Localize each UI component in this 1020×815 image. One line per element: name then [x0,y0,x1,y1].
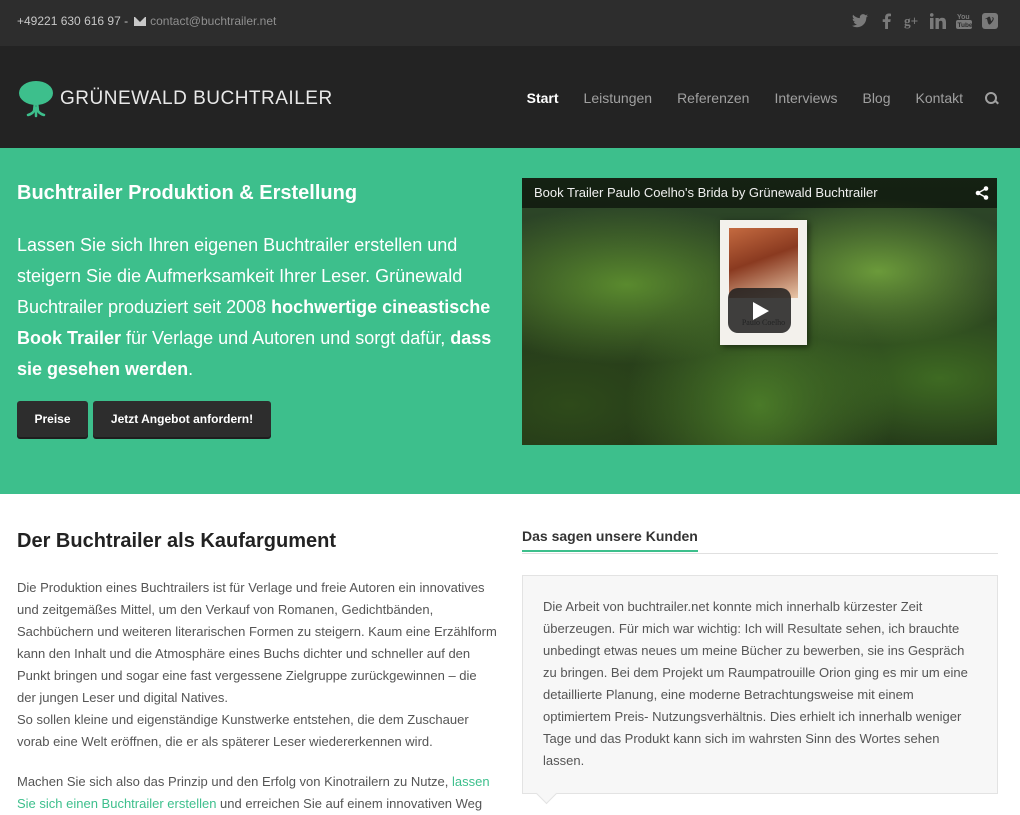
vimeo-icon[interactable] [982,12,998,30]
facebook-icon[interactable] [878,12,894,30]
social-links: g+ You Tube [852,12,998,30]
google-plus-icon[interactable]: g+ [904,12,920,30]
angebot-button[interactable]: Jetzt Angebot anfordern! [93,401,271,437]
nav-item-start[interactable]: Start [527,90,559,106]
share-icon[interactable] [975,186,989,200]
mail-icon [134,16,147,26]
testimonial-quote: Die Arbeit von buchtrailer.net konnte mi… [522,575,998,794]
twitter-icon[interactable] [852,12,868,30]
site-logo[interactable]: GRÜNEWALD BUCHTRAILER [18,80,333,118]
svg-text:You: You [957,14,970,21]
svg-text:Tube: Tube [958,22,973,29]
tab-testimonials[interactable]: Das sagen unsere Kunden [522,528,698,552]
tree-logo-icon [18,80,54,118]
hero-lead-text-2: für Verlage und Autoren und sorgt dafür, [121,328,451,348]
nav-item-blog[interactable]: Blog [862,90,890,106]
testimonials-section: Das sagen unsere Kunden Die Arbeit von b… [522,528,998,794]
second-paragraph: Machen Sie sich also das Prinzip und den… [17,771,497,815]
top-bar: +49221 630 616 97 - contact@buchtrailer.… [0,0,1020,46]
testimonials-tabs: Das sagen unsere Kunden [522,528,998,554]
second-paragraph-start: Machen Sie sich also das Prinzip und den… [17,774,453,789]
video-title-bar: Book Trailer Paulo Coelho's Brida by Grü… [522,178,997,208]
nav-item-interviews[interactable]: Interviews [774,90,837,106]
intro-paragraph-text: Die Produktion eines Buchtrailers ist fü… [17,580,497,705]
contact-info: +49221 630 616 97 - contact@buchtrailer.… [17,14,276,28]
email-link[interactable]: contact@buchtrailer.net [150,14,276,28]
video-title[interactable]: Book Trailer Paulo Coelho's Brida by Grü… [534,185,878,200]
svg-text:g+: g+ [904,13,918,28]
intro-paragraph: Die Produktion eines Buchtrailers ist fü… [17,577,497,753]
phone-number: +49221 630 616 97 - [17,14,129,28]
hero-section: Buchtrailer Produktion & Erstellung Lass… [0,148,1020,494]
video-player[interactable]: Paulo Coelho Book Trailer Paulo Coelho's… [522,178,997,445]
hero-lead: Lassen Sie sich Ihren eigenen Buchtraile… [17,230,497,385]
play-button[interactable] [728,288,791,333]
nav-item-referenzen[interactable]: Referenzen [677,90,749,106]
nav-item-leistungen[interactable]: Leistungen [584,90,653,106]
second-paragraph-end: und erreichen Sie auf einem innovativen … [216,796,483,811]
nav-item-kontakt[interactable]: Kontakt [916,90,963,106]
main-nav: Start Leistungen Referenzen Interviews B… [502,90,998,106]
section-heading: Der Buchtrailer als Kaufargument [17,530,336,552]
intro-paragraph-text-2: So sollen kleine und eigenständige Kunst… [17,712,469,749]
site-header: GRÜNEWALD BUCHTRAILER Start Leistungen R… [0,46,1020,148]
hero-lead-text-3: . [188,359,194,379]
main-content: Der Buchtrailer als Kaufargument Die Pro… [17,530,497,815]
hero-title: Buchtrailer Produktion & Erstellung [17,182,358,204]
search-icon[interactable] [985,91,998,105]
preise-button[interactable]: Preise [17,401,88,437]
linkedin-icon[interactable] [930,12,946,30]
brand-name: GRÜNEWALD BUCHTRAILER [60,88,333,109]
youtube-icon[interactable]: You Tube [956,12,972,30]
